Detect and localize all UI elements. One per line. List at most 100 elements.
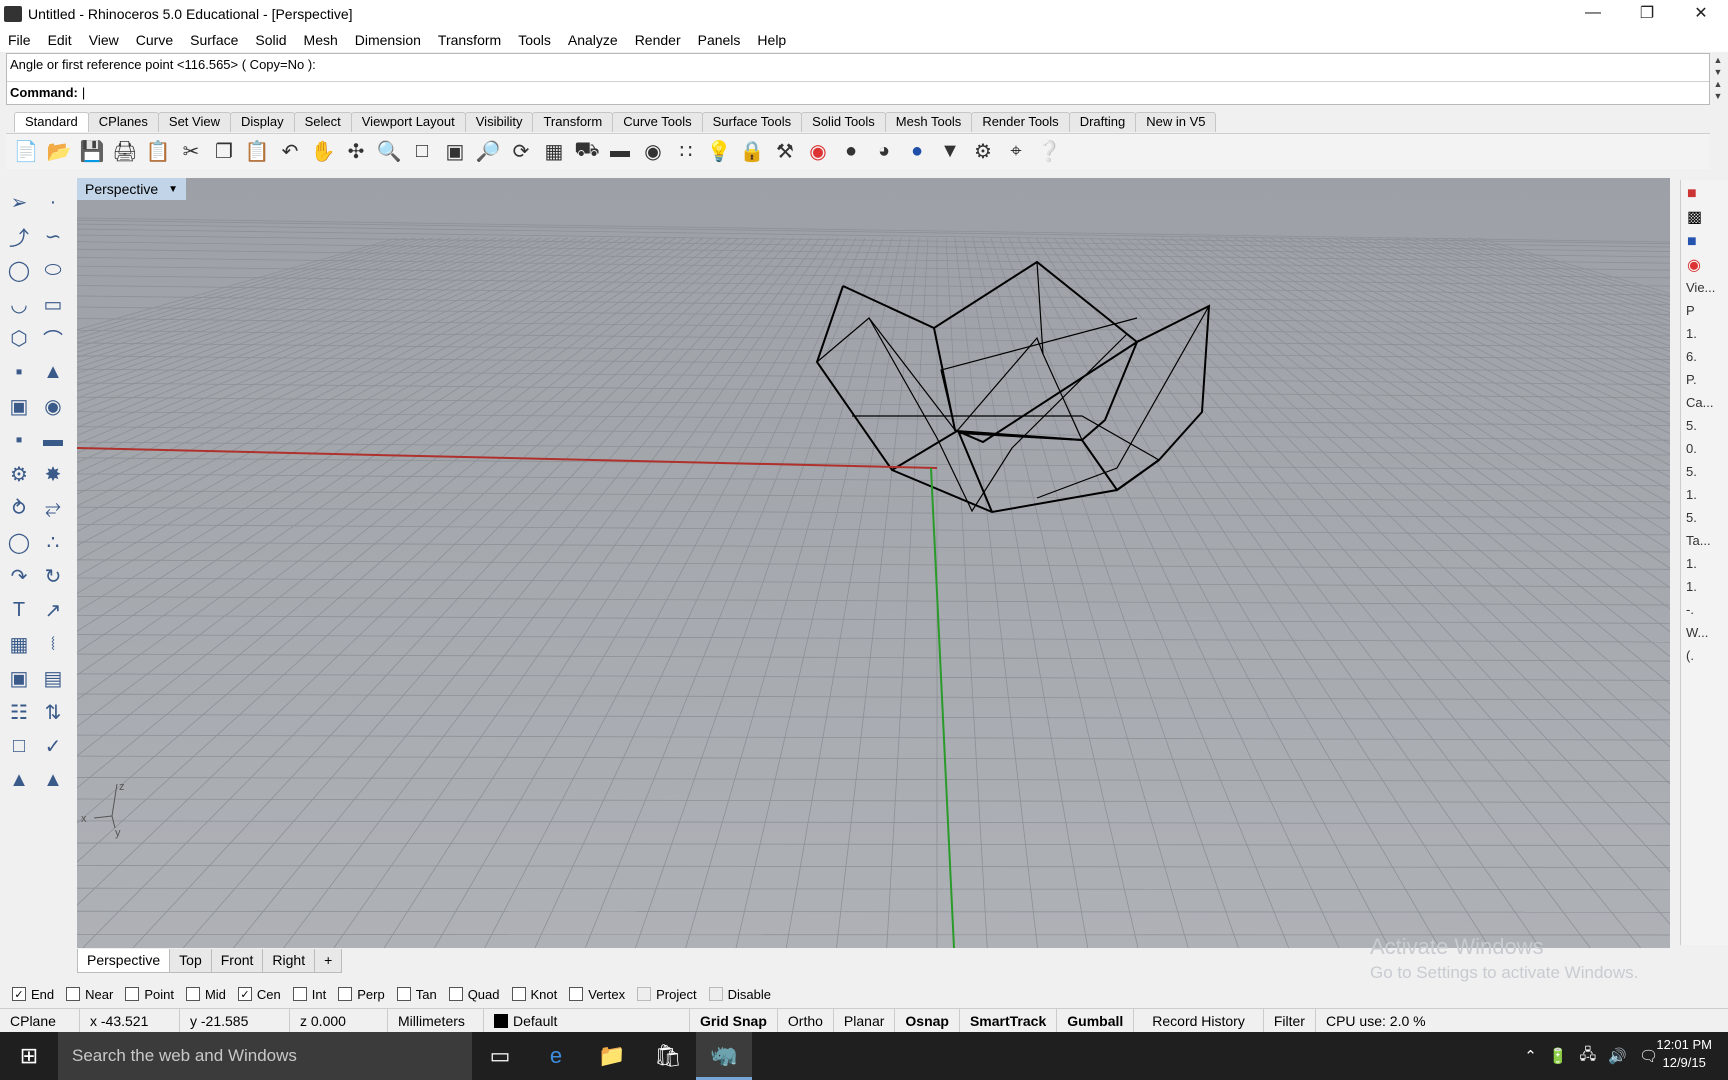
zoom-icon[interactable]: 🔍 <box>375 138 403 166</box>
osnap-end[interactable]: ✓ End <box>12 987 54 1002</box>
osnap-point[interactable]: Point <box>125 987 174 1002</box>
mirror-icon[interactable]: ⧙ <box>36 627 70 661</box>
rendered-sphere-icon[interactable]: ◕ <box>870 138 898 166</box>
panel-value[interactable]: 6. <box>1681 345 1728 368</box>
panel-value[interactable]: 0. <box>1681 437 1728 460</box>
restore-button[interactable]: ❐ <box>1620 0 1674 26</box>
named-views-icon[interactable]: ⛟ <box>573 138 601 166</box>
osnap-cen-checkbox[interactable]: ✓ <box>237 987 252 1001</box>
ellipse-icon[interactable]: ⬭ <box>36 253 70 287</box>
viewport-menu-arrow-icon[interactable]: ▼ <box>168 184 178 195</box>
grid-snap-toggle[interactable]: Grid Snap <box>690 1008 778 1033</box>
osnap-perp[interactable]: Perp <box>338 987 385 1002</box>
tab-cplanes[interactable]: CPlanes <box>87 112 159 132</box>
explode-icon[interactable]: ✸ <box>36 457 70 491</box>
dimension-icon[interactable]: ⌖ <box>1002 138 1030 166</box>
edge-browser-icon[interactable]: e <box>528 1032 584 1080</box>
viewtab-front[interactable]: Front <box>210 949 264 973</box>
menu-solid[interactable]: Solid <box>255 32 286 48</box>
trim-icon[interactable]: ⥁ <box>2 491 36 525</box>
tab-standard[interactable]: Standard <box>14 112 89 132</box>
copy-icon[interactable]: ❐ <box>210 138 238 166</box>
rotate-icon[interactable]: ↻ <box>36 559 70 593</box>
four-viewports-icon[interactable]: ▦ <box>540 138 568 166</box>
tab-set-view[interactable]: Set View <box>157 112 231 132</box>
rhino-taskbar-icon[interactable]: 🦏 <box>696 1032 752 1080</box>
tab-render-tools[interactable]: Render Tools <box>971 112 1070 132</box>
close-button[interactable]: ✕ <box>1674 0 1728 26</box>
menu-render[interactable]: Render <box>635 32 681 48</box>
ortho-toggle[interactable]: Ortho <box>778 1008 834 1033</box>
layer-icon[interactable]: ⚒ <box>771 138 799 166</box>
fillet-curve-icon[interactable]: ⌒ <box>36 321 70 355</box>
dimension-tool-icon[interactable]: ↗ <box>36 593 70 627</box>
display-panel-icon[interactable]: ▩ <box>1687 208 1707 228</box>
tray-chevron-icon[interactable]: ⌃ <box>1524 1047 1537 1065</box>
add-viewport-button[interactable]: + <box>314 949 343 973</box>
osnap-toggle[interactable]: Osnap <box>895 1008 960 1033</box>
ungroup-icon[interactable]: ∴ <box>36 525 70 559</box>
split-icon[interactable]: ⥂ <box>36 491 70 525</box>
windows-start-icon[interactable]: ⊞ <box>0 1032 58 1080</box>
battery-icon[interactable]: 🔋 <box>1549 1047 1568 1065</box>
select-points-icon[interactable]: ∷ <box>672 138 700 166</box>
file-explorer-icon[interactable]: 📁 <box>584 1032 640 1080</box>
tab-viewport-layout[interactable]: Viewport Layout <box>350 112 466 132</box>
properties-icon[interactable]: 📋 <box>144 138 172 166</box>
osnap-quad[interactable]: Quad <box>448 987 500 1002</box>
polygon-icon[interactable]: ⬡ <box>2 321 36 355</box>
save-icon[interactable]: 💾 <box>78 138 106 166</box>
viewtab-right[interactable]: Right <box>262 949 316 973</box>
task-view-icon[interactable]: ▭ <box>472 1032 528 1080</box>
panel-value[interactable]: 1. <box>1681 483 1728 506</box>
options-gear-icon[interactable]: ⚙ <box>969 138 997 166</box>
osnap-disable[interactable]: Disable <box>708 987 771 1002</box>
menu-curve[interactable]: Curve <box>136 32 173 48</box>
surface-icon[interactable]: ▬ <box>36 423 70 457</box>
align-icon[interactable]: ⇅ <box>36 695 70 729</box>
menu-file[interactable]: File <box>8 32 31 48</box>
cplane-icon[interactable]: ▬ <box>606 138 634 166</box>
boolean-union-icon[interactable]: ◉ <box>36 389 70 423</box>
osnap-end-checkbox[interactable]: ✓ <box>12 987 26 1001</box>
shaded-sphere-icon[interactable]: ● <box>837 138 865 166</box>
osnap-quad-checkbox[interactable] <box>448 987 463 1001</box>
status-cplane[interactable]: CPlane <box>0 1008 80 1033</box>
osnap-mid-checkbox[interactable] <box>185 987 200 1001</box>
panel-value[interactable]: 5. <box>1681 506 1728 529</box>
viewport-canvas[interactable]: z x y <box>77 178 1670 948</box>
zoom-window-icon[interactable]: □ <box>408 138 436 166</box>
panel-value[interactable]: 5. <box>1681 460 1728 483</box>
osnap-perp-checkbox[interactable] <box>338 987 353 1001</box>
tab-curve-tools[interactable]: Curve Tools <box>612 112 703 132</box>
osnap-project[interactable]: Project <box>637 987 697 1002</box>
planar-toggle[interactable]: Planar <box>834 1008 896 1033</box>
rectangle-icon[interactable]: ▭ <box>36 287 70 321</box>
color-wheel-icon[interactable]: ◉ <box>804 138 832 166</box>
new-file-icon[interactable]: 📄 <box>12 138 40 166</box>
menu-mesh[interactable]: Mesh <box>304 32 338 48</box>
osnap-int-checkbox[interactable] <box>292 987 307 1001</box>
tab-visibility[interactable]: Visibility <box>464 112 534 132</box>
minimize-button[interactable]: — <box>1566 0 1620 26</box>
gumball-toggle[interactable]: Gumball <box>1057 1008 1135 1033</box>
lightbulb-icon[interactable]: 💡 <box>705 138 733 166</box>
gear-edit-icon[interactable]: ⚙ <box>2 457 36 491</box>
volume-icon[interactable]: 🔊 <box>1608 1047 1627 1065</box>
status-layer[interactable]: Default <box>484 1008 690 1033</box>
osnap-knot[interactable]: Knot <box>511 987 557 1002</box>
undo-view-icon[interactable]: ⟳ <box>507 138 535 166</box>
osnap-mid[interactable]: Mid <box>185 987 226 1002</box>
arc-icon[interactable]: ◡ <box>2 287 36 321</box>
box-icon[interactable]: ▣ <box>2 389 36 423</box>
panel-value[interactable]: 5. <box>1681 414 1728 437</box>
circle-icon[interactable]: ◯ <box>2 253 36 287</box>
viewtab-perspective[interactable]: Perspective <box>77 949 171 973</box>
filter-icon[interactable]: ▼ <box>936 138 964 166</box>
smarttrack-toggle[interactable]: SmartTrack <box>960 1008 1058 1033</box>
rotate-view-icon[interactable]: ✣ <box>342 138 370 166</box>
surface-corners-icon[interactable]: ▪ <box>2 355 36 389</box>
menu-transform[interactable]: Transform <box>438 32 501 48</box>
materials-panel-icon[interactable]: ◉ <box>1687 256 1707 276</box>
osnap-near-checkbox[interactable] <box>66 987 81 1001</box>
